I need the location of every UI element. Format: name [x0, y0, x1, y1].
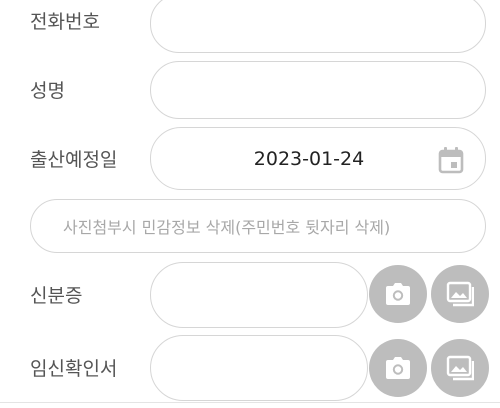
pregnancy-cert-label: 임신확인서	[30, 358, 118, 380]
id-card-camera-button[interactable]	[369, 265, 427, 323]
camera-icon	[386, 283, 410, 305]
id-card-label: 신분증	[30, 285, 83, 307]
pregnancy-cert-camera-button[interactable]	[369, 339, 427, 397]
camera-icon	[386, 357, 410, 379]
pregnancy-cert-field[interactable]	[150, 335, 368, 401]
due-date-label: 출산예정일	[30, 149, 118, 171]
image-gallery-icon	[446, 355, 474, 381]
image-gallery-icon	[446, 281, 474, 307]
id-card-field[interactable]	[150, 262, 368, 328]
bottom-divider	[0, 402, 500, 403]
phone-label: 전화번호	[30, 11, 100, 33]
photo-notice-field[interactable]: 사진첨부시 민감정보 삭제(주민번호 뒷자리 삭제)	[30, 199, 486, 253]
phone-field[interactable]	[150, 0, 486, 53]
photo-notice-text: 사진첨부시 민감정보 삭제(주민번호 뒷자리 삭제)	[63, 218, 391, 237]
name-label: 성명	[30, 80, 65, 102]
id-card-gallery-button[interactable]	[431, 265, 489, 323]
due-date-field[interactable]: 2023-01-24	[150, 127, 486, 190]
name-field[interactable]	[150, 61, 486, 119]
calendar-icon[interactable]	[435, 144, 467, 176]
pregnancy-cert-gallery-button[interactable]	[431, 339, 489, 397]
